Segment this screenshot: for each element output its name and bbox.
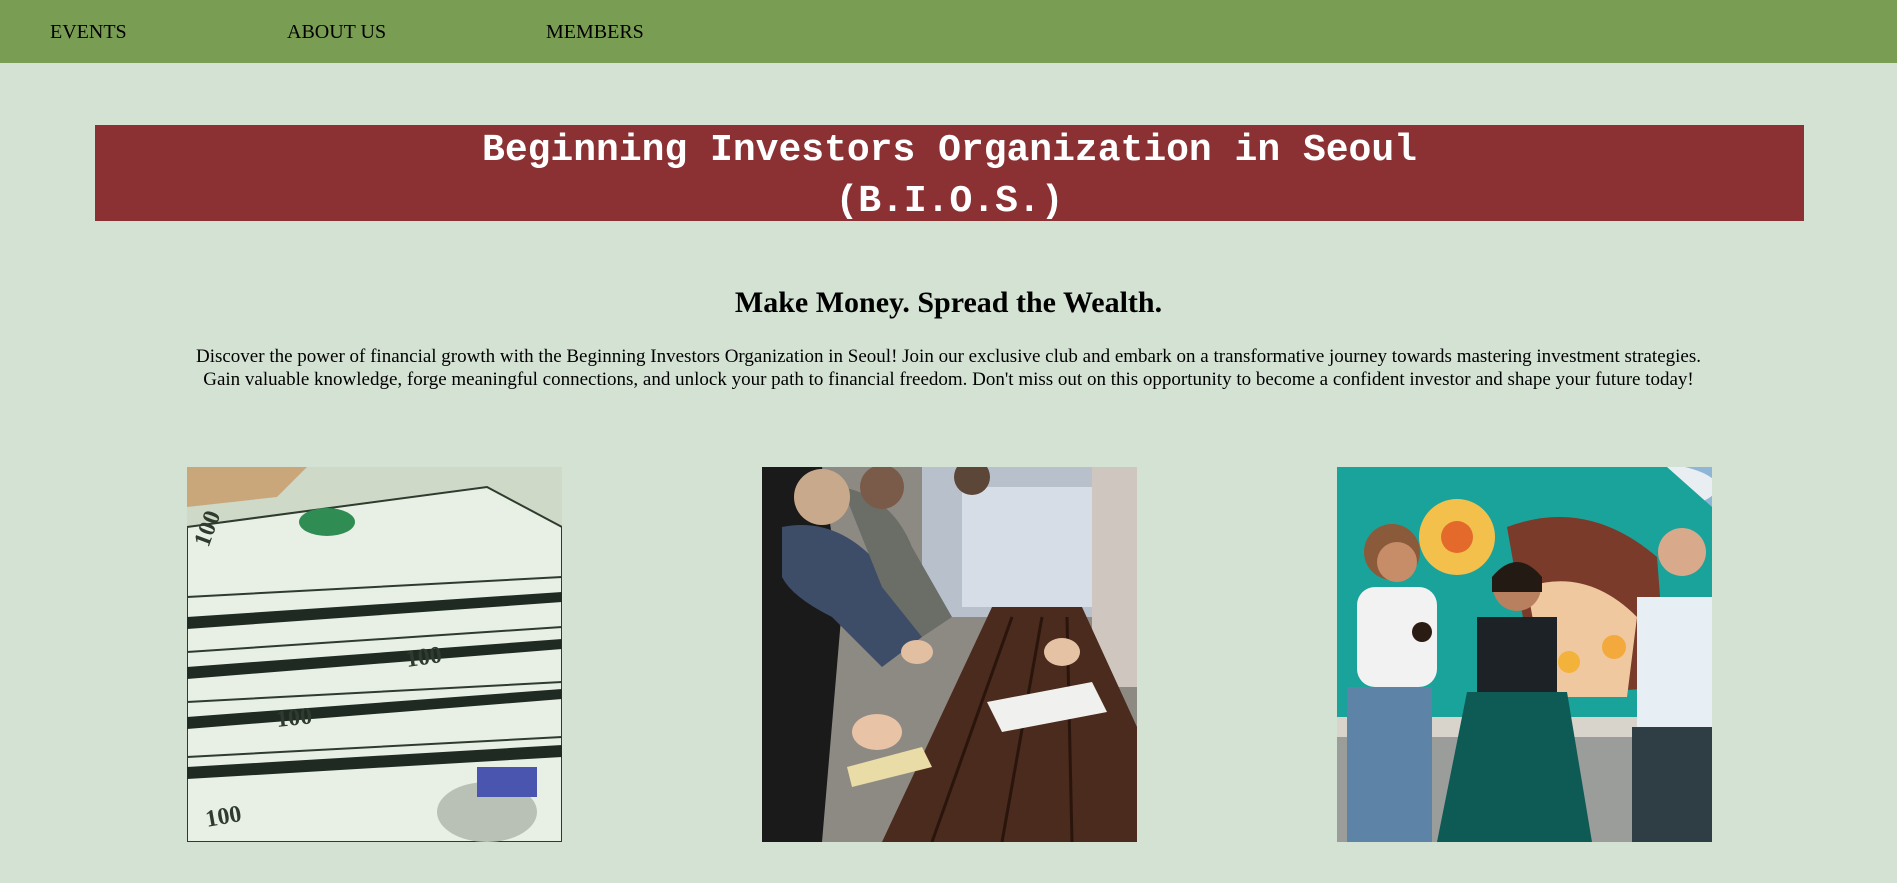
banner-abbreviation: (B.I.O.S.) <box>835 180 1064 223</box>
friends-mural-image <box>1337 467 1712 842</box>
nav-link-about-us[interactable]: ABOUT US <box>287 20 386 44</box>
meeting-photo <box>762 467 1137 842</box>
top-navbar: EVENTS ABOUT US MEMBERS <box>0 0 1897 63</box>
nav-link-members[interactable]: MEMBERS <box>546 20 644 44</box>
banner-title: Beginning Investors Organization in Seou… <box>482 129 1417 172</box>
friends-mural-photo <box>1337 467 1712 842</box>
svg-text:100: 100 <box>404 642 443 673</box>
money-photo: 100 100 100 100 <box>187 467 562 842</box>
intro-paragraph: Discover the power of financial growth w… <box>195 346 1702 390</box>
svg-text:100: 100 <box>275 703 314 733</box>
money-bills-image: 100 100 100 100 <box>187 467 562 842</box>
meeting-table-image <box>762 467 1137 842</box>
tagline-heading: Make Money. Spread the Wealth. <box>734 286 1163 319</box>
nav-link-events[interactable]: EVENTS <box>50 20 127 44</box>
title-banner: Beginning Investors Organization in Seou… <box>95 125 1804 223</box>
